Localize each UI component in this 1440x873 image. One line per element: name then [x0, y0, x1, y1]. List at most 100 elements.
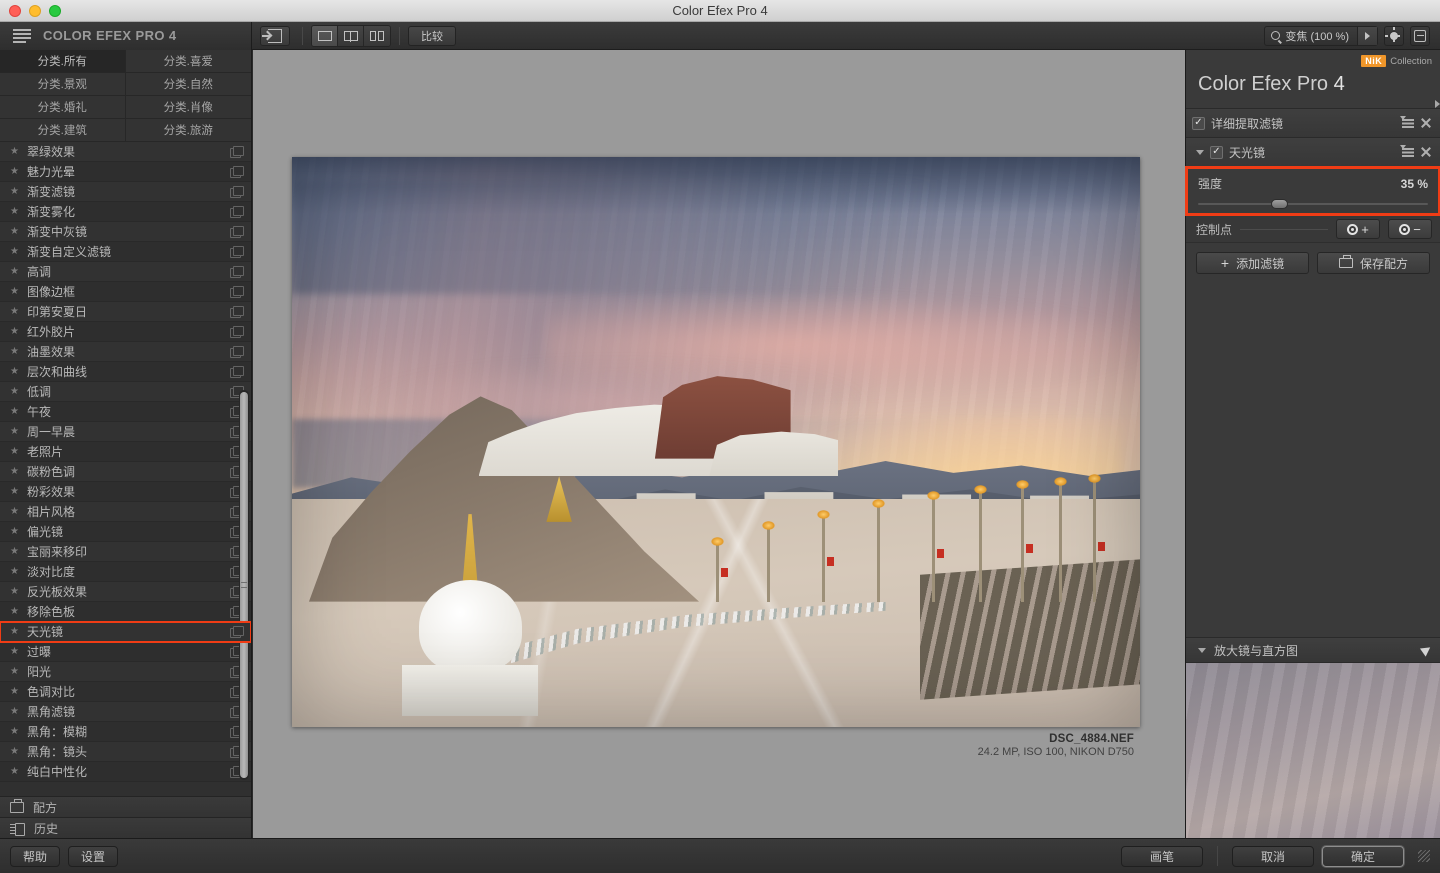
category-button[interactable]: 分类.自然 — [125, 73, 251, 96]
filter-list-item[interactable]: ★ 老照片 — [0, 442, 251, 462]
compare-button[interactable]: 比较 — [408, 25, 456, 46]
chevron-right-icon[interactable] — [1435, 100, 1440, 108]
strength-slider-group[interactable]: 强度 35 % — [1185, 166, 1440, 216]
category-button[interactable]: 分类.所有 — [0, 50, 126, 73]
filter-list-item[interactable]: ★ 相片风格 — [0, 502, 251, 522]
favorite-star-icon[interactable]: ★ — [10, 226, 19, 237]
favorite-star-icon[interactable]: ★ — [10, 606, 19, 617]
filter-variants-icon[interactable] — [230, 306, 244, 318]
chevron-down-icon[interactable] — [1196, 149, 1204, 155]
filter-list-item[interactable]: ★ 黑角：模糊 — [0, 722, 251, 742]
favorite-star-icon[interactable]: ★ — [10, 286, 19, 297]
loupe-histogram-header[interactable]: 放大镜与直方图 — [1186, 637, 1440, 663]
filter-list-item[interactable]: ★ 渐变自定义滤镜 — [0, 242, 251, 262]
filter-list-scrollbar-thumb[interactable] — [240, 392, 248, 778]
category-button[interactable]: 分类.喜爱 — [125, 50, 251, 73]
filter-variants-icon[interactable] — [230, 206, 244, 218]
add-filter-button[interactable]: + 添加滤镜 — [1196, 252, 1309, 274]
favorite-star-icon[interactable]: ★ — [10, 426, 19, 437]
filter-list-item[interactable]: ★ 层次和曲线 — [0, 362, 251, 382]
history-row[interactable]: 历史 — [0, 817, 251, 838]
view-mode-segmented-control[interactable] — [311, 24, 391, 47]
filter-list-item[interactable]: ★ 纯白中性化 — [0, 762, 251, 782]
filter-variants-icon[interactable] — [230, 346, 244, 358]
pin-icon[interactable] — [1419, 643, 1434, 657]
favorite-star-icon[interactable]: ★ — [10, 506, 19, 517]
category-button[interactable]: 分类.景观 — [0, 73, 126, 96]
filter-variants-icon[interactable] — [230, 166, 244, 178]
favorite-star-icon[interactable]: ★ — [10, 526, 19, 537]
filter-variants-icon[interactable] — [230, 366, 244, 378]
cancel-button[interactable]: 取消 — [1232, 845, 1314, 867]
side-by-side-view-button[interactable] — [364, 25, 390, 46]
filter-list-item[interactable]: ★ 周一早晨 — [0, 422, 251, 442]
resize-grip-icon[interactable] — [1418, 850, 1430, 862]
filter-list-item[interactable]: ★ 渐变滤镜 — [0, 182, 251, 202]
filter-list-scrollbar[interactable] — [239, 390, 249, 780]
close-icon[interactable] — [1420, 146, 1432, 158]
favorite-star-icon[interactable]: ★ — [10, 346, 19, 357]
favorite-star-icon[interactable]: ★ — [10, 666, 19, 677]
filter-enabled-checkbox[interactable]: ✓ — [1192, 116, 1205, 130]
filter-variants-icon[interactable] — [230, 226, 244, 238]
filter-list-item[interactable]: ★ 黑角滤镜 — [0, 702, 251, 722]
preview-image[interactable] — [292, 157, 1140, 727]
filter-list-item[interactable]: ★ 淡对比度 — [0, 562, 251, 582]
filter-list-item[interactable]: ★ 低调 — [0, 382, 251, 402]
filter-list-item[interactable]: ★ 油墨效果 — [0, 342, 251, 362]
favorite-star-icon[interactable]: ★ — [10, 686, 19, 697]
recipes-row[interactable]: 配方 — [0, 796, 251, 817]
control-points-row[interactable]: 控制点 + − — [1186, 100, 1440, 243]
filter-list-item[interactable]: ★ 过曝 — [0, 642, 251, 662]
favorite-star-icon[interactable]: ★ — [10, 646, 19, 657]
favorite-star-icon[interactable]: ★ — [10, 746, 19, 757]
favorite-star-icon[interactable]: ★ — [10, 406, 19, 417]
filter-list-item[interactable]: ★ 图像边框 — [0, 282, 251, 302]
loupe-preview[interactable] — [1186, 663, 1440, 838]
filter-list-item[interactable]: ★ 偏光镜 — [0, 522, 251, 542]
filter-stack-item-1[interactable]: ✓ 天光镜 — [1186, 138, 1440, 167]
zoom-dropdown-button[interactable] — [1357, 26, 1377, 45]
favorite-star-icon[interactable]: ★ — [10, 586, 19, 597]
filter-variants-icon[interactable] — [230, 186, 244, 198]
filter-menu-icon[interactable] — [1400, 145, 1414, 157]
add-control-point-button[interactable]: + — [1336, 219, 1380, 239]
strength-slider-knob[interactable] — [1270, 199, 1288, 209]
brush-button[interactable]: 画笔 — [1121, 845, 1203, 867]
favorite-star-icon[interactable]: ★ — [10, 546, 19, 557]
save-recipe-button[interactable]: 保存配方 — [1317, 252, 1430, 274]
filter-stack-item-0[interactable]: ✓ 详细提取滤镜 — [1186, 100, 1440, 138]
favorite-star-icon[interactable]: ★ — [10, 386, 19, 397]
favorite-star-icon[interactable]: ★ — [10, 186, 19, 197]
filter-list[interactable]: ★ 翠绿效果 ★ 魅力光晕 ★ 渐变滤镜 ★ 渐变雾化 ★ 渐变中灰镜 ★ 渐变自定义滤镜 ★ 高调 ★ 图像… — [0, 142, 251, 796]
filter-list-item[interactable]: ★ 粉彩效果 — [0, 482, 251, 502]
category-button[interactable]: 分类.肖像 — [125, 96, 251, 119]
brightness-button[interactable] — [1384, 25, 1404, 46]
favorite-star-icon[interactable]: ★ — [10, 626, 19, 637]
favorite-star-icon[interactable]: ★ — [10, 726, 19, 737]
chevron-down-icon[interactable] — [1198, 647, 1206, 653]
filter-list-item[interactable]: ★ 阳光 — [0, 662, 251, 682]
favorite-star-icon[interactable]: ★ — [10, 366, 19, 377]
category-button[interactable]: 分类.旅游 — [125, 119, 251, 142]
favorite-star-icon[interactable]: ★ — [10, 146, 19, 157]
zoom-level-display[interactable]: 变焦 (100 %) — [1265, 28, 1357, 44]
image-canvas[interactable]: DSC_4884.NEF 24.2 MP, ISO 100, NIKON D75… — [253, 50, 1185, 838]
filter-menu-icon[interactable] — [1400, 116, 1414, 128]
favorite-star-icon[interactable]: ★ — [10, 566, 19, 577]
filter-list-item[interactable]: ★ 渐变中灰镜 — [0, 222, 251, 242]
remove-control-point-button[interactable]: − — [1388, 219, 1432, 239]
filter-list-item[interactable]: ★ 印第安夏日 — [0, 302, 251, 322]
category-button[interactable]: 分类.婚礼 — [0, 96, 126, 119]
filter-list-item[interactable]: ★ 翠绿效果 — [0, 142, 251, 162]
favorite-star-icon[interactable]: ★ — [10, 206, 19, 217]
zoom-control[interactable]: 变焦 (100 %) — [1264, 25, 1378, 46]
filter-list-item[interactable]: ★ 午夜 — [0, 402, 251, 422]
filter-list-item[interactable]: ★ 反光板效果 — [0, 582, 251, 602]
filter-list-item[interactable]: ★ 红外胶片 — [0, 322, 251, 342]
close-icon[interactable] — [1420, 117, 1432, 129]
favorite-star-icon[interactable]: ★ — [10, 266, 19, 277]
filter-variants-icon[interactable] — [230, 246, 244, 258]
filter-list-item[interactable]: ★ 宝丽来移印 — [0, 542, 251, 562]
favorite-star-icon[interactable]: ★ — [10, 486, 19, 497]
